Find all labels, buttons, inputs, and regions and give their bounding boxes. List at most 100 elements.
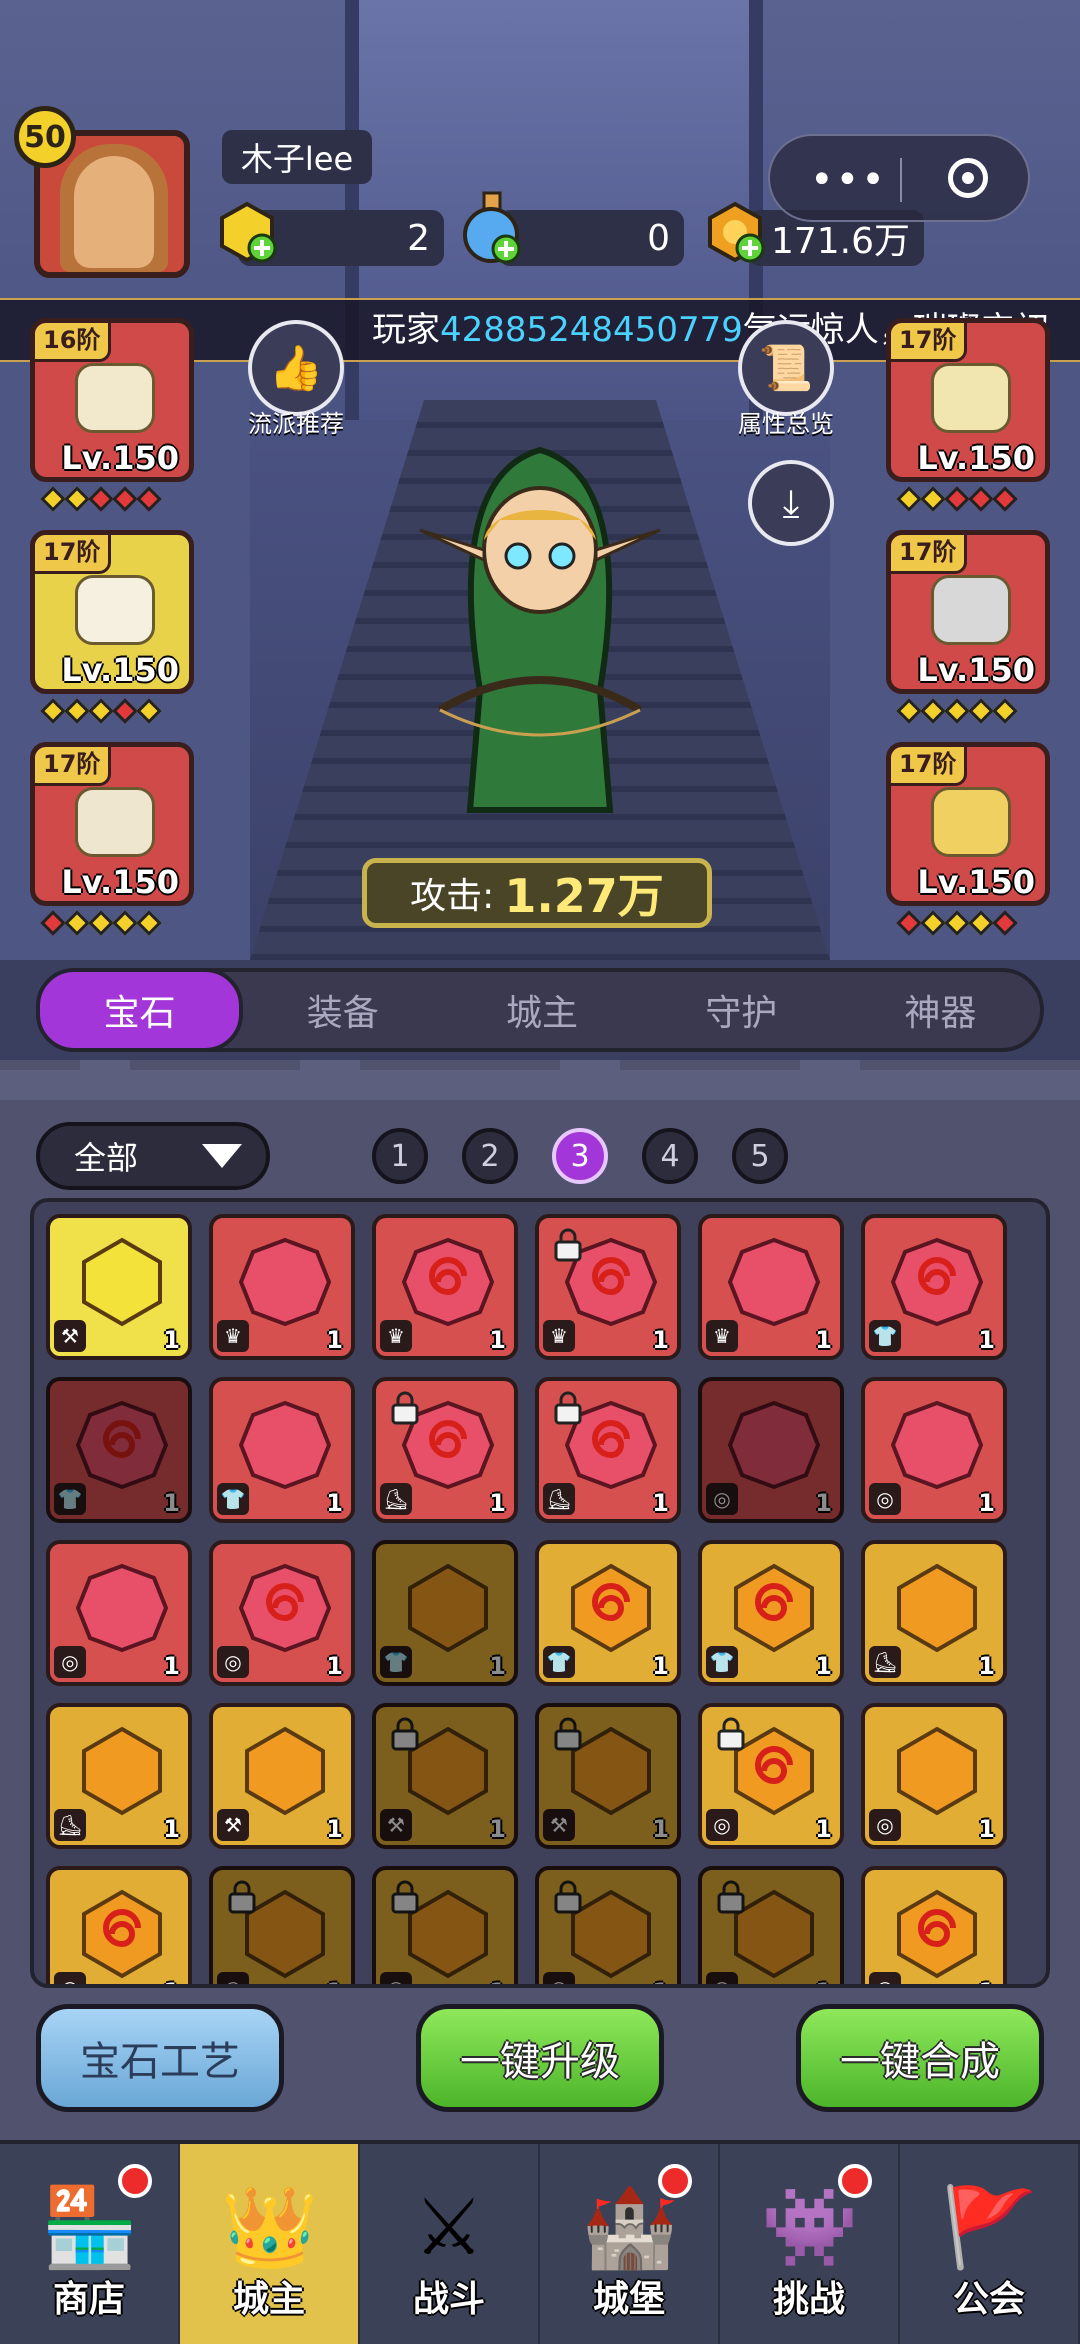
equip-slot-boots[interactable]: 17阶 Lv.150 (30, 742, 194, 906)
gem-item[interactable]: ⛸ 1 (372, 1377, 518, 1523)
gem-slot-diamond (968, 910, 994, 936)
gold-add-icon[interactable] (214, 200, 280, 266)
upgrade-all-button[interactable]: 一键升级 (416, 2004, 664, 2112)
close-miniprogram-icon[interactable] (948, 158, 988, 198)
gem-item[interactable]: ◎1 (698, 1866, 844, 1984)
gem-item[interactable]: ♛ 1 (535, 1214, 681, 1360)
gem-item[interactable]: 👕 1 (46, 1377, 192, 1523)
attribute-overview-button[interactable]: 📜 (738, 320, 834, 416)
shop-icon: 🏪 (41, 2183, 139, 2273)
boot-icon: ⛸ (869, 1646, 901, 1678)
gem-item[interactable]: ◎1 (861, 1866, 1007, 1984)
page-button-1[interactable]: 1 (372, 1128, 428, 1184)
gem-item[interactable]: ◎1 (46, 1540, 192, 1686)
gem-item[interactable]: ♛ 1 (698, 1214, 844, 1360)
filter-label: 全部 (74, 1139, 139, 1177)
gem-item[interactable]: 👕 1 (861, 1214, 1007, 1360)
equip-gem-slots (896, 910, 1018, 936)
more-menu-icon[interactable]: ••• (810, 160, 887, 200)
nav-item-castle[interactable]: 🏰 城堡 (540, 2144, 720, 2344)
equip-tier: 17阶 (891, 323, 968, 362)
gem-item[interactable]: ◎1 (372, 1866, 518, 1984)
tab-guardian[interactable]: 守护 (642, 972, 841, 1048)
combine-all-button[interactable]: 一键合成 (796, 2004, 1044, 2112)
lock-icon (391, 1880, 419, 1914)
gem-item[interactable]: 👕 1 (372, 1540, 518, 1686)
gem-item[interactable]: ◎1 (698, 1703, 844, 1849)
gem-slot-diamond (920, 698, 946, 724)
potion-value: 0 (647, 217, 670, 259)
gem-count: 1 (489, 1978, 506, 1984)
tab-equipment[interactable]: 装备 (243, 972, 442, 1048)
school-recommend-label: 流派推荐 (248, 410, 344, 438)
gem-count: 1 (815, 1652, 832, 1680)
panel-crenellation (0, 1060, 1080, 1100)
gem-item[interactable]: ⚒ 1 (46, 1214, 192, 1360)
equip-slot-necklace[interactable]: 17阶 Lv.150 (886, 742, 1050, 906)
gem-item[interactable]: ◎1 (535, 1866, 681, 1984)
nav-item-swords[interactable]: ⚔ 战斗 (360, 2144, 540, 2344)
gem-item[interactable]: ♛ 1 (372, 1214, 518, 1360)
tab-lord[interactable]: 城主 (442, 972, 641, 1048)
gem-item[interactable]: ⚒ 1 (209, 1703, 355, 1849)
attack-power-banner: 攻击: 1.27万 (362, 858, 712, 928)
page-button-5[interactable]: 5 (732, 1128, 788, 1184)
tab-gems[interactable]: 宝石 (36, 968, 244, 1052)
equip-slot-weapon[interactable]: 17阶 Lv.150 (886, 318, 1050, 482)
shirt-icon: 👕 (54, 1483, 86, 1515)
gem-item[interactable]: 👕 1 (535, 1540, 681, 1686)
gem-item[interactable]: ⚒ 1 (372, 1703, 518, 1849)
gem-item[interactable]: ◎1 (209, 1540, 355, 1686)
crown-icon: ♛ (543, 1320, 575, 1352)
page-button-2[interactable]: 2 (462, 1128, 518, 1184)
gem-item[interactable]: ◎1 (209, 1866, 355, 1984)
gem-slot-diamond (112, 698, 138, 724)
crown-icon: 👑 (221, 2183, 319, 2273)
gem-filter-dropdown[interactable]: 全部 (36, 1122, 270, 1190)
nav-item-monster[interactable]: 👾 挑战 (720, 2144, 900, 2344)
gem-stone-icon (891, 1400, 983, 1490)
shirt-icon: 👕 (543, 1646, 575, 1678)
equip-slot-armor[interactable]: 17阶 Lv.150 (30, 530, 194, 694)
coin-add-icon[interactable] (702, 200, 768, 266)
nav-item-crown[interactable]: 👑 城主 (180, 2144, 360, 2344)
gem-item[interactable]: ♛ 1 (209, 1214, 355, 1360)
gem-item[interactable]: ⛸ 1 (861, 1540, 1007, 1686)
gem-item[interactable]: ◎1 (698, 1377, 844, 1523)
nav-item-banner[interactable]: 🚩 公会 (900, 2144, 1080, 2344)
ring-icon: ◎ (54, 1646, 86, 1678)
gem-stone-icon (897, 1889, 977, 1979)
download-button[interactable]: ⤓ (748, 460, 834, 546)
miniprogram-capsule: ••• (768, 134, 1030, 222)
gem-slot-diamond (992, 486, 1018, 512)
ring-icon: ◎ (217, 1972, 249, 1984)
gem-item[interactable]: ⛸ 1 (46, 1703, 192, 1849)
gem-slot-diamond (112, 910, 138, 936)
school-recommend-button[interactable]: 👍 (248, 320, 344, 416)
equip-slot-ring[interactable]: 17阶 Lv.150 (886, 530, 1050, 694)
equip-level: Lv.150 (61, 863, 179, 901)
ring-icon: ◎ (869, 1483, 901, 1515)
gem-count: 1 (163, 1652, 180, 1680)
boot-icon: ⛸ (543, 1483, 575, 1515)
gem-slot-diamond (64, 486, 90, 512)
gem-item[interactable]: 👕 1 (209, 1377, 355, 1523)
swords-icon: ⚔ (414, 2183, 484, 2273)
page-button-3[interactable]: 3 (552, 1128, 608, 1184)
page-button-4[interactable]: 4 (642, 1128, 698, 1184)
nav-label: 商店 (52, 2279, 125, 2320)
gem-item[interactable]: 👕 1 (698, 1540, 844, 1686)
potion-add-icon[interactable] (458, 191, 524, 264)
gem-craft-button[interactable]: 宝石工艺 (36, 2004, 284, 2112)
category-tabs: 宝石 装备 城主 守护 神器 (36, 968, 1044, 1052)
gem-item[interactable]: ◎1 (861, 1703, 1007, 1849)
gem-item[interactable]: ⛸ 1 (535, 1377, 681, 1523)
notification-dot (658, 2164, 692, 2198)
gem-item[interactable]: ◎1 (861, 1377, 1007, 1523)
equip-slot-hat[interactable]: 16阶 Lv.150 (30, 318, 194, 482)
gem-item[interactable]: ◎1 (46, 1866, 192, 1984)
tab-artifact[interactable]: 神器 (841, 972, 1040, 1048)
gem-item[interactable]: ⚒ 1 (535, 1703, 681, 1849)
nav-item-shop[interactable]: 🏪 商店 (0, 2144, 180, 2344)
gem-stone-icon (728, 1237, 820, 1327)
